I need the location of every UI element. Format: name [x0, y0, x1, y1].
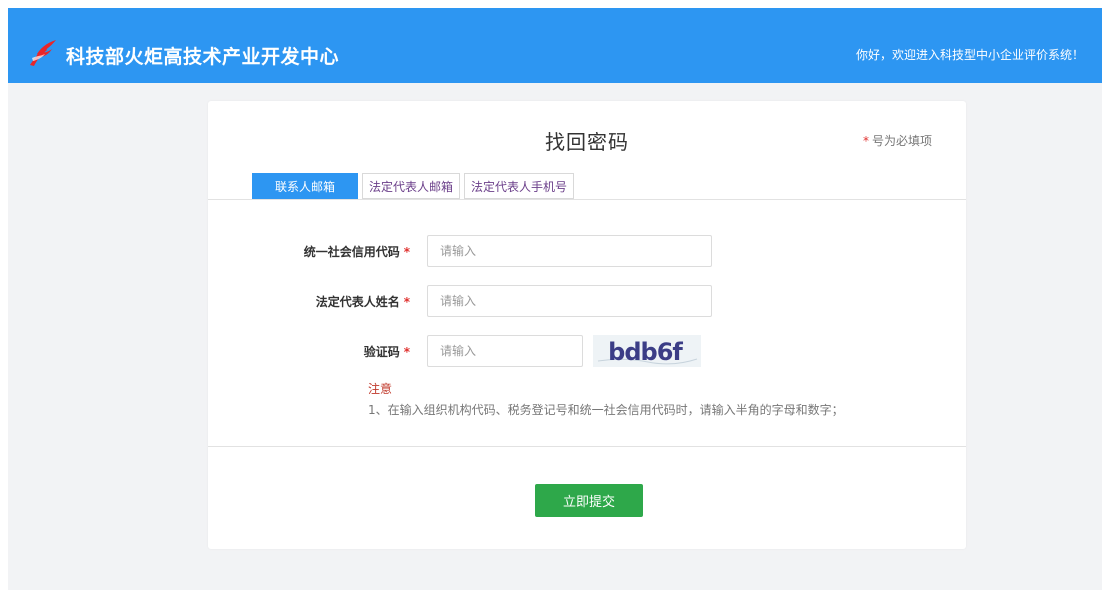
- top-header: 科技部火炬高技术产业开发中心 你好，欢迎进入科技型中小企业评价系统！: [8, 8, 1102, 83]
- credit-code-row: 统一社会信用代码 *: [208, 235, 966, 267]
- divider: [208, 199, 966, 200]
- notice-text: 1、在输入组织机构代码、税务登记号和统一社会信用代码时，请输入半角的字母和数字；: [368, 403, 844, 417]
- required-star: *: [862, 134, 869, 148]
- captcha-label: 验证码 *: [364, 343, 410, 360]
- captcha-input[interactable]: [427, 335, 583, 367]
- required-star: *: [403, 245, 410, 259]
- legal-rep-name-label-text: 法定代表人姓名: [315, 295, 400, 309]
- notice-title: 注意: [368, 382, 393, 396]
- required-note-text: 号为必填项: [871, 134, 932, 148]
- captcha-image[interactable]: bdb6f: [593, 335, 701, 367]
- submit-button[interactable]: 立即提交: [535, 484, 643, 517]
- credit-code-label: 统一社会信用代码 *: [304, 243, 410, 260]
- notice-block: 注意 1、在输入组织机构代码、税务登记号和统一社会信用代码时，请输入半角的字母和…: [368, 380, 844, 418]
- captcha-text: bdb6f: [608, 338, 683, 366]
- legal-rep-name-label: 法定代表人姓名 *: [316, 293, 410, 310]
- tab-legal-rep-email[interactable]: 法定代表人邮箱: [362, 173, 461, 199]
- divider: [208, 446, 966, 447]
- required-note: * 号为必填项: [863, 132, 932, 149]
- method-tabs: 联系人邮箱 法定代表人邮箱 法定代表人手机号: [252, 173, 575, 200]
- welcome-message: 你好，欢迎进入科技型中小企业评价系统！: [855, 48, 1084, 62]
- tab-contact-email[interactable]: 联系人邮箱: [252, 173, 358, 199]
- legal-rep-name-input[interactable]: [427, 285, 712, 317]
- torch-logo-icon: [30, 40, 56, 66]
- captcha-label-text: 验证码: [363, 345, 400, 359]
- required-star: *: [403, 295, 410, 309]
- captcha-row: 验证码* bdb6f: [208, 335, 966, 367]
- site-title: 科技部火炬高技术产业开发中心: [66, 46, 340, 68]
- required-star: *: [403, 345, 410, 359]
- page-title: 找回密码: [545, 130, 629, 154]
- credit-code-input[interactable]: [427, 235, 712, 267]
- legal-rep-name-row: 法定代表人姓名 *: [208, 285, 966, 317]
- credit-code-label-text: 统一社会信用代码: [303, 245, 400, 259]
- tab-legal-rep-phone[interactable]: 法定代表人手机号: [464, 173, 575, 199]
- reset-password-card: 找回密码 * 号为必填项 联系人邮箱 法定代表人邮箱 法定代表人手机号 统一社会信…: [208, 101, 966, 549]
